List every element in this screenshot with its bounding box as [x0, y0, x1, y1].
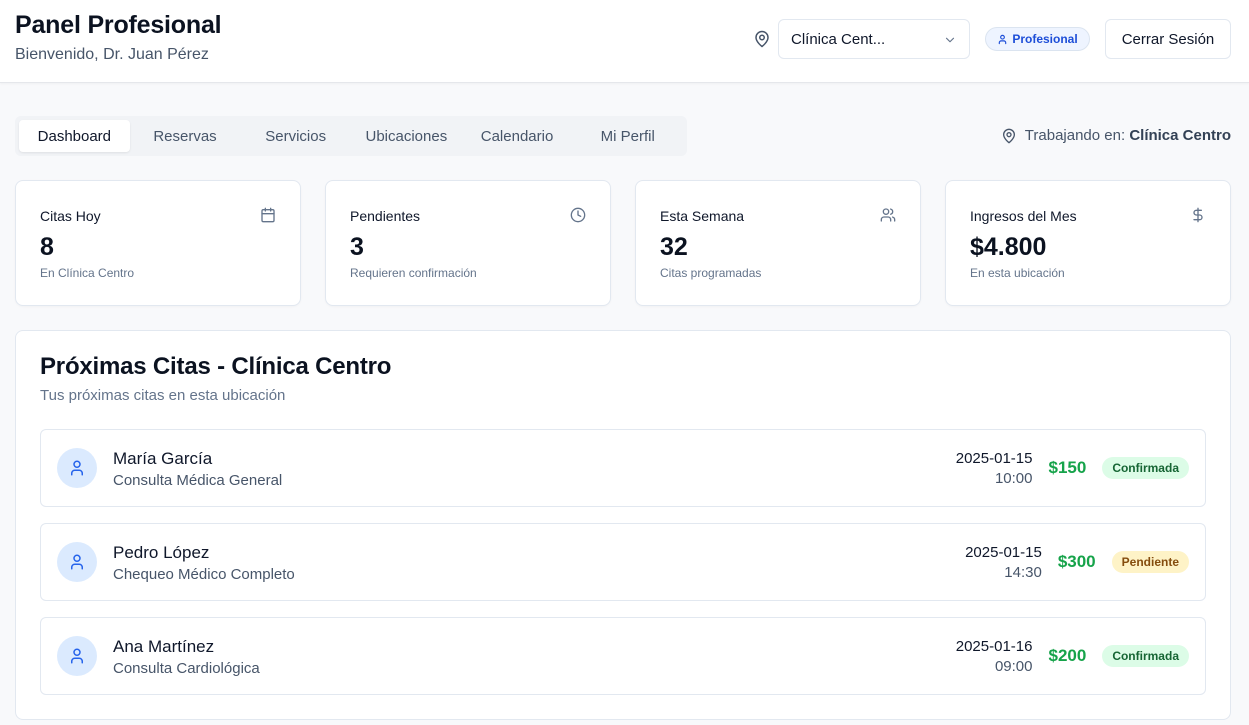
- tab-dashboard[interactable]: Dashboard: [19, 120, 130, 152]
- chevron-down-icon: [945, 37, 955, 43]
- appointment-price: $200: [1048, 646, 1087, 665]
- appointment-row[interactable]: Pedro López Chequeo Médico Completo 2025…: [40, 523, 1206, 601]
- status-badge: Confirmada: [1102, 457, 1189, 479]
- users-icon: [880, 208, 896, 222]
- user-icon: [71, 648, 83, 664]
- location-select[interactable]: Clínica Cent...: [778, 19, 970, 59]
- appointment-row[interactable]: Ana Martínez Consulta Cardiológica 2025-…: [40, 617, 1206, 695]
- stat-note: Citas programadas: [660, 266, 762, 280]
- appointment-date: 2025-01-16: [955, 637, 1033, 655]
- main-tabs: Dashboard Reservas Servicios Ubicaciones…: [15, 116, 687, 156]
- working-location-name: Clínica Centro: [1129, 127, 1231, 144]
- working-prefix: Trabajando en:: [1024, 127, 1126, 144]
- map-pin-icon: [755, 30, 769, 48]
- patient-name: Pedro López: [113, 543, 210, 562]
- stat-label: Pendientes: [350, 208, 421, 224]
- dollar-icon: [1193, 207, 1203, 223]
- role-badge-label: Profesional: [1012, 32, 1078, 46]
- appointments-subtitle: Tus próximas citas en esta ubicación: [40, 387, 286, 404]
- appointment-time: 14:30: [1004, 563, 1042, 581]
- stat-label: Ingresos del Mes: [970, 208, 1077, 224]
- stat-card-pendientes: Pendientes 3 Requieren confirmación: [325, 180, 611, 306]
- appointments-title: Próximas Citas - Clínica Centro: [40, 353, 392, 380]
- stat-label: Esta Semana: [660, 208, 745, 224]
- stat-value: 3: [350, 233, 364, 261]
- appointment-time: 09:00: [994, 657, 1033, 675]
- patient-name: María García: [113, 449, 213, 468]
- stat-value: 8: [40, 233, 54, 261]
- location-select-value: Clínica Cent...: [791, 30, 886, 48]
- stat-card-ingresos: Ingresos del Mes $4.800 En esta ubicació…: [945, 180, 1231, 306]
- stat-note: Requieren confirmación: [350, 266, 477, 280]
- appointment-time: 10:00: [994, 469, 1033, 487]
- appointment-date: 2025-01-15: [965, 543, 1042, 561]
- stat-note: En esta ubicación: [970, 266, 1065, 280]
- page-title: Panel Profesional: [15, 11, 222, 39]
- role-badge: Profesional: [985, 27, 1090, 51]
- stat-note: En Clínica Centro: [40, 266, 135, 280]
- appointment-price: $300: [1057, 552, 1096, 571]
- calendar-icon: [261, 207, 275, 223]
- avatar: [57, 542, 97, 582]
- status-badge: Confirmada: [1102, 645, 1189, 667]
- working-location: Trabajando en: Clínica Centro: [1001, 127, 1231, 144]
- service-name: Consulta Médica General: [113, 472, 283, 489]
- appointment-date: 2025-01-15: [955, 449, 1033, 467]
- service-name: Chequeo Médico Completo: [113, 566, 295, 583]
- welcome-subtitle: Bienvenido, Dr. Juan Pérez: [15, 46, 209, 63]
- appointment-row[interactable]: María García Consulta Médica General 202…: [40, 429, 1206, 507]
- user-icon: [71, 554, 83, 570]
- avatar: [57, 636, 97, 676]
- service-name: Consulta Cardiológica: [113, 660, 260, 677]
- tab-servicios[interactable]: Servicios: [240, 120, 351, 152]
- user-icon: [71, 460, 83, 476]
- logout-button[interactable]: Cerrar Sesión: [1105, 19, 1231, 59]
- stat-card-citas-hoy: Citas Hoy 8 En Clínica Centro: [15, 180, 301, 306]
- patient-name: Ana Martínez: [113, 637, 215, 656]
- stat-value: 32: [660, 233, 688, 261]
- status-badge: Pendiente: [1111, 551, 1189, 573]
- user-icon: [999, 34, 1007, 44]
- appointments-panel: Próximas Citas - Clínica Centro Tus próx…: [15, 330, 1231, 720]
- clock-icon: [570, 207, 586, 223]
- avatar: [57, 448, 97, 488]
- stat-label: Citas Hoy: [40, 208, 101, 224]
- map-pin-icon: [1002, 128, 1015, 143]
- top-header: Panel Profesional Bienvenido, Dr. Juan P…: [0, 0, 1249, 83]
- tab-calendario[interactable]: Calendario: [462, 120, 573, 152]
- tab-mi-perfil[interactable]: Mi Perfil: [572, 120, 683, 152]
- tab-ubicaciones[interactable]: Ubicaciones: [351, 120, 462, 152]
- stat-card-esta-semana: Esta Semana 32 Citas programadas: [635, 180, 921, 306]
- stat-value: $4.800: [970, 233, 1047, 261]
- tab-reservas[interactable]: Reservas: [130, 120, 241, 152]
- appointment-price: $150: [1048, 458, 1087, 477]
